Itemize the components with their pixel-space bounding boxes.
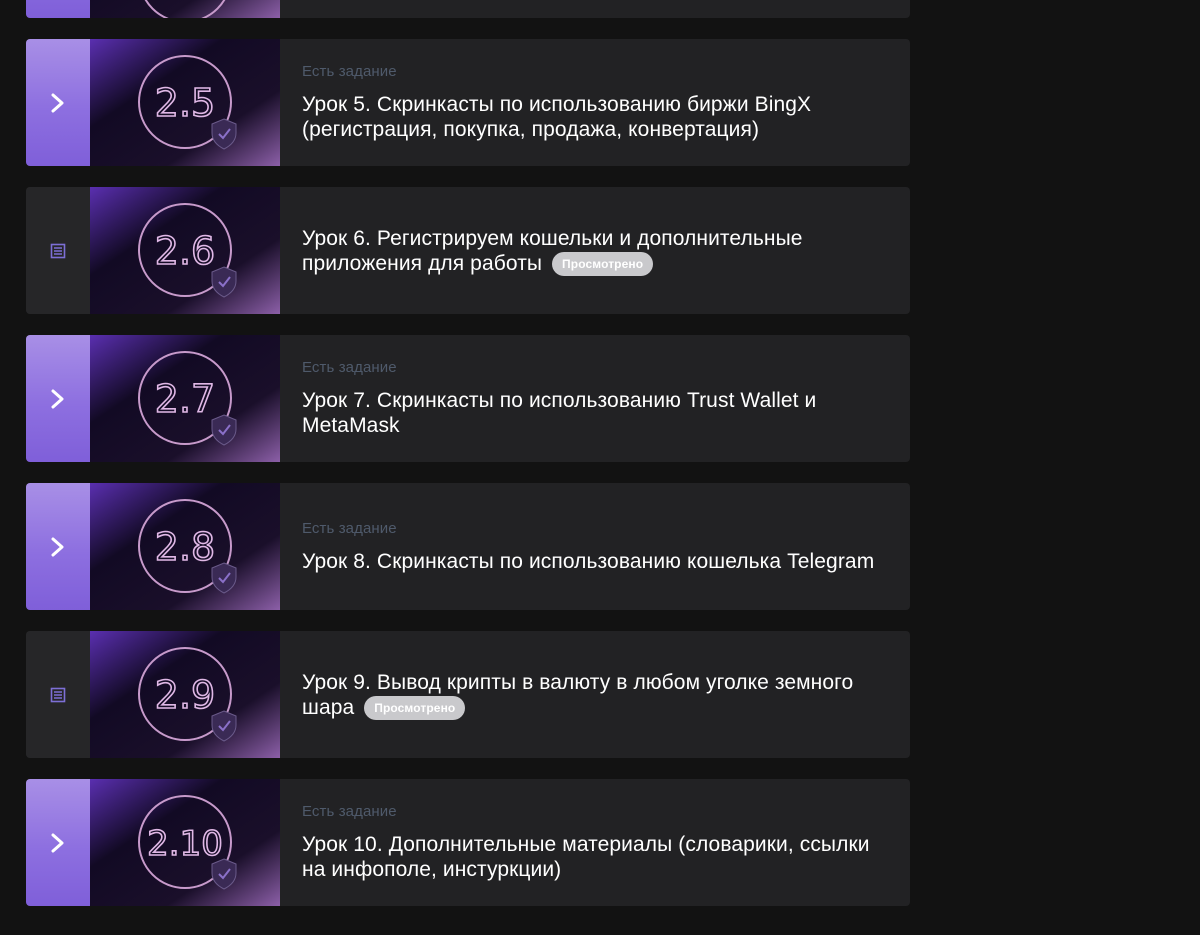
lesson-number: 2.8 <box>155 525 215 569</box>
lesson-thumbnail <box>90 0 280 18</box>
lesson-number: 2.6 <box>155 229 215 273</box>
lesson-card[interactable]: 2.6 Урок 6. Регистрируем кошельки и допо… <box>26 187 910 314</box>
viewed-badge: Просмотрено <box>552 251 654 276</box>
lesson-title[interactable]: Урок 6. Регистрируем кошельки и дополнит… <box>302 226 888 276</box>
lesson-card[interactable]: 2.7 Есть задание Урок 7. Скринкасты по и… <box>26 335 910 462</box>
lesson-card[interactable]: 2.10 Есть задание Урок 10. Дополнительны… <box>26 779 910 906</box>
chevron-right-icon[interactable] <box>26 335 90 462</box>
chevron-right-icon[interactable] <box>26 779 90 906</box>
lesson-task-indicator[interactable] <box>26 0 90 18</box>
lesson-thumbnail: 2.8 <box>90 483 280 610</box>
chevron-right-icon[interactable] <box>26 483 90 610</box>
lesson-thumbnail: 2.9 <box>90 631 280 758</box>
lesson-thumbnail: 2.10 <box>90 779 280 906</box>
lesson-thumbnail: 2.7 <box>90 335 280 462</box>
task-tag: Есть задание <box>302 519 397 537</box>
lesson-card-previous[interactable] <box>26 0 910 18</box>
lesson-number: 2.5 <box>155 81 215 125</box>
lesson-number: 2.10 <box>147 824 223 864</box>
lesson-number: 2.9 <box>155 673 215 717</box>
lesson-title[interactable]: Урок 9. Вывод крипты в валюту в любом уг… <box>302 670 888 720</box>
task-tag: Есть задание <box>302 803 397 820</box>
task-tag: Есть задание <box>302 63 397 80</box>
lesson-title[interactable]: Урок 7. Скринкасты по использованию Trus… <box>302 388 888 438</box>
viewed-badge: Просмотрено <box>364 695 466 720</box>
document-icon <box>26 187 90 314</box>
task-tag: Есть задание <box>302 359 397 376</box>
lesson-thumbnail: 2.6 <box>90 187 280 314</box>
lesson-thumbnail: 2.5 <box>90 39 280 166</box>
lesson-card[interactable]: 2.5 Есть задание Урок 5. Скринкасты по и… <box>26 39 910 166</box>
lesson-card[interactable]: 2.9 Урок 9. Вывод крипты в валюту в любо… <box>26 631 910 758</box>
lesson-number: 2.7 <box>155 377 215 421</box>
lesson-card[interactable]: 2.8 Есть задание Урок 8. Скринкасты по и… <box>26 483 910 610</box>
lesson-list: 2.5 Есть задание Урок 5. Скринкасты по и… <box>0 0 1200 935</box>
document-icon <box>26 631 90 758</box>
lesson-title[interactable]: Урок 8. Скринкасты по использованию коше… <box>302 549 888 574</box>
lesson-title[interactable]: Урок 5. Скринкасты по использованию бирж… <box>302 92 888 142</box>
chevron-right-icon[interactable] <box>26 39 90 166</box>
lesson-title[interactable]: Урок 10. Дополнительные материалы (слова… <box>302 832 888 882</box>
